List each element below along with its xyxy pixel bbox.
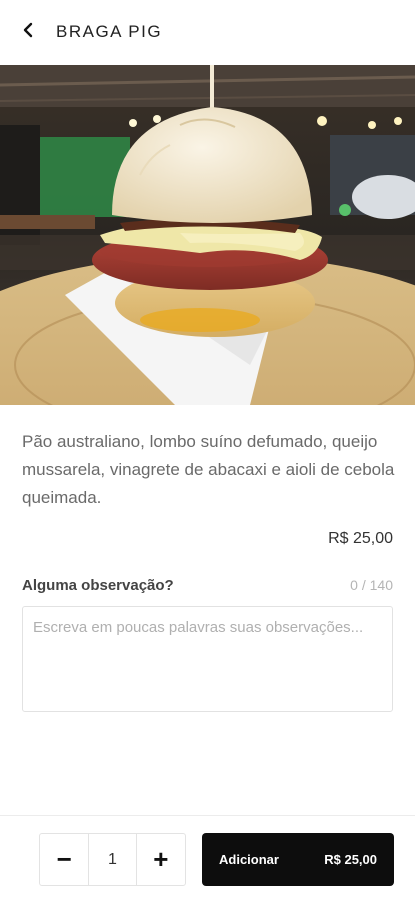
quantity-stepper: − 1 +	[39, 833, 186, 886]
observation-label: Alguma observação?	[22, 577, 174, 594]
page-title: BRAGA PIG	[56, 22, 163, 41]
product-price: R$ 25,00	[328, 530, 393, 547]
quantity-value: 1	[88, 834, 137, 885]
observation-char-counter: 0 / 140	[350, 577, 393, 593]
observation-field[interactable]	[22, 606, 393, 712]
product-image	[0, 65, 415, 405]
plus-icon: +	[153, 844, 169, 874]
add-to-cart-button[interactable]: Adicionar R$ 25,00	[202, 833, 394, 886]
decrease-quantity-button[interactable]: −	[40, 834, 88, 885]
back-button[interactable]	[0, 0, 56, 64]
minus-icon: −	[56, 844, 72, 874]
add-button-label: Adicionar	[219, 852, 279, 867]
observation-input[interactable]	[33, 617, 382, 701]
bottom-action-bar: − 1 + Adicionar R$ 25,00	[0, 815, 415, 900]
chevron-left-icon	[21, 22, 35, 43]
product-description: Pão australiano, lombo suíno defumado, q…	[22, 432, 395, 507]
add-button-price: R$ 25,00	[324, 852, 377, 867]
increase-quantity-button[interactable]: +	[137, 834, 185, 885]
app-header: BRAGA PIG	[0, 0, 415, 64]
